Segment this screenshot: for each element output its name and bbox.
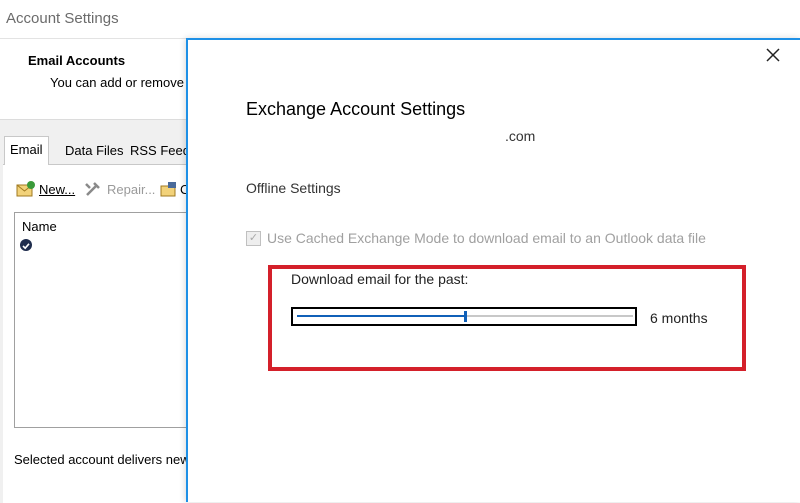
slider-value-label: 6 months xyxy=(650,310,708,326)
change-mail-icon xyxy=(160,182,176,197)
new-account-label: New... xyxy=(39,181,76,197)
wrench-icon xyxy=(85,182,100,196)
close-icon xyxy=(766,48,780,62)
close-button[interactable] xyxy=(763,45,783,65)
tab-data-files[interactable]: Data Files xyxy=(60,140,129,164)
page-heading: Email Accounts xyxy=(28,53,126,68)
dialog-title: Exchange Account Settings xyxy=(246,99,466,119)
change-button[interactable]: C xyxy=(160,180,189,198)
tab-email[interactable]: Email xyxy=(4,136,49,165)
footer-text: Selected account delivers new xyxy=(14,452,190,467)
page-subtext: You can add or remove xyxy=(50,75,184,90)
window-title: Account Settings xyxy=(6,10,119,27)
repair-label: Repair... xyxy=(107,181,156,197)
cached-mode-option[interactable]: ✓ Use Cached Exchange Mode to download e… xyxy=(246,230,706,246)
slider-thumb[interactable] xyxy=(464,311,467,322)
account-address: .com xyxy=(505,128,536,144)
slider-fill xyxy=(297,315,465,317)
new-account-button[interactable]: New... xyxy=(16,180,75,198)
cached-mode-label: Use Cached Exchange Mode to download ema… xyxy=(267,230,706,246)
new-mail-icon xyxy=(16,181,35,197)
repair-button[interactable]: Repair... xyxy=(84,180,155,198)
title-bar xyxy=(0,0,800,39)
section-heading: Offline Settings xyxy=(246,180,341,196)
default-account-check-icon xyxy=(20,239,32,251)
download-period-label: Download email for the past: xyxy=(291,271,469,287)
cached-mode-checkbox[interactable]: ✓ xyxy=(246,230,261,246)
column-header-name[interactable]: Name xyxy=(22,219,57,234)
